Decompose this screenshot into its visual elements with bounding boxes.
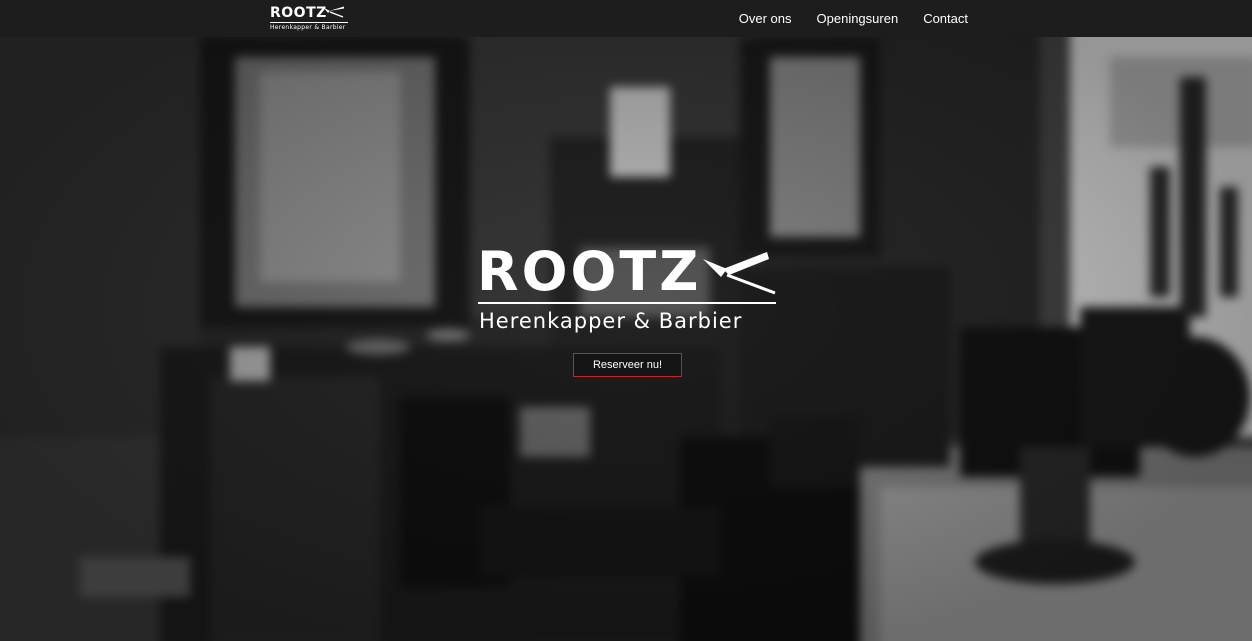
nav-link-contact[interactable]: Contact xyxy=(923,11,968,26)
header-logo-link[interactable]: ROOTZ Herenkapper & Barbier xyxy=(270,5,350,31)
hero-logo-tagline: Herenkapper & Barbier xyxy=(479,309,743,333)
straight-razor-icon xyxy=(703,252,776,295)
hero-logo-underline xyxy=(478,302,776,304)
header-logo-wordmark: ROOTZ xyxy=(270,5,327,21)
nav-link-over-ons[interactable]: Over ons xyxy=(739,11,792,26)
hero-logo-wordmark: ROOTZ xyxy=(477,240,702,303)
nav-link-openingsuren[interactable]: Openingsuren xyxy=(817,11,899,26)
top-navigation-bar: ROOTZ Herenkapper & Barbier Over ons Ope… xyxy=(0,0,1252,37)
straight-razor-icon xyxy=(324,6,344,18)
reserve-button[interactable]: Reserveer nu! xyxy=(573,353,682,377)
hero-section: ROOTZ Herenkapper & Barbier Reserveer nu… xyxy=(0,37,1252,641)
header-logo-underline xyxy=(270,22,348,23)
header-logo-tagline: Herenkapper & Barbier xyxy=(270,24,346,31)
main-nav: Over ons Openingsuren Contact xyxy=(714,0,968,37)
hero-logo: ROOTZ Herenkapper & Barbier xyxy=(477,241,782,347)
